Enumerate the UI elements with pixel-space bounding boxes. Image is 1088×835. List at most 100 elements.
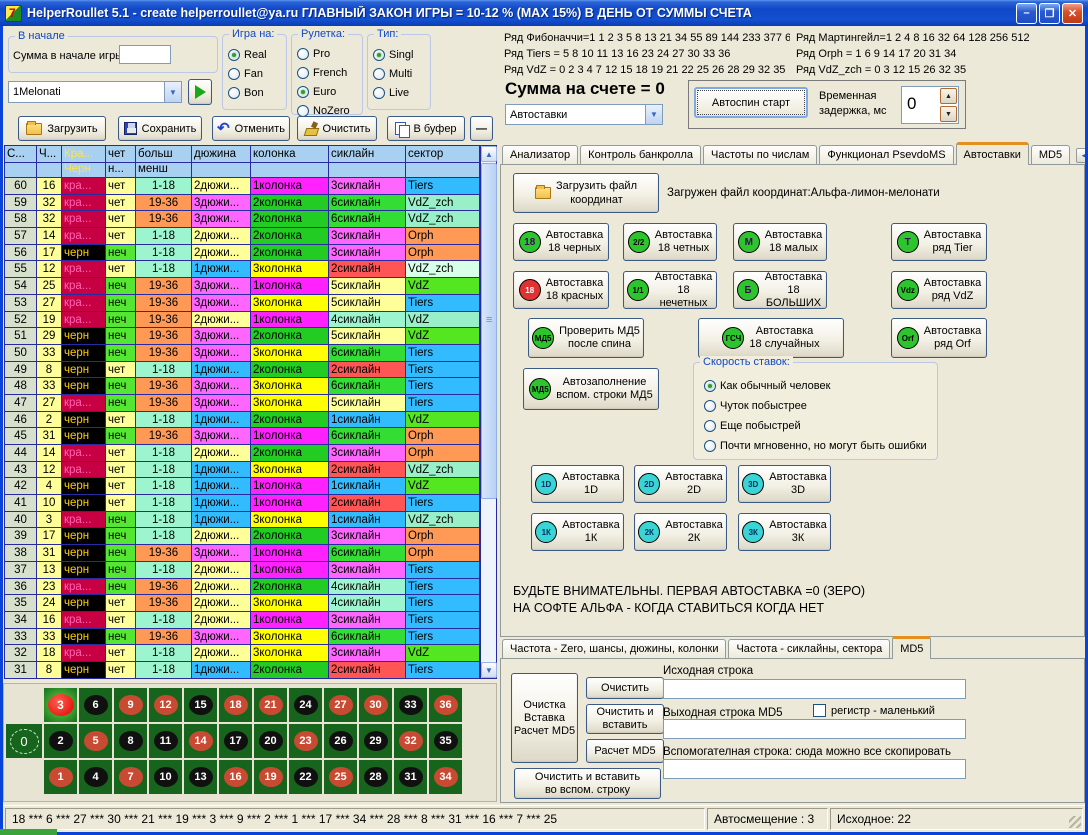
autobet-1k[interactable]: 1КАвтоставка1К: [531, 513, 624, 551]
autobet-18-big[interactable]: БАвтоставка18 БОЛЬШИХ: [733, 271, 827, 309]
radio-type-live[interactable]: Live: [373, 83, 413, 102]
board-number-19[interactable]: 19: [254, 760, 287, 794]
table-header-cell[interactable]: дюжина: [192, 146, 251, 163]
radio-type-singl[interactable]: Singl: [373, 45, 413, 64]
radio-roulette-pro[interactable]: Pro: [297, 44, 350, 63]
autobet-18-even[interactable]: 2/2Автоставка18 четных: [623, 223, 717, 261]
table-row[interactable]: 5129черннеч19-363дюжи...2колонка5сиклайн…: [5, 328, 480, 345]
radio-game-fan[interactable]: Fan: [228, 64, 267, 83]
table-row[interactable]: 3333черннеч19-363дюжи...3колонка6сиклайн…: [5, 629, 480, 646]
chevron-down-icon[interactable]: ▼: [164, 82, 181, 102]
table-header-cell[interactable]: Кра...: [62, 146, 106, 163]
table-row[interactable]: 424чернчет1-181дюжи...1колонка1сиклайнVd…: [5, 478, 480, 495]
table-header-cell[interactable]: колонка: [251, 146, 329, 163]
table-row[interactable]: 3416кра...чет1-182дюжи...1колонка3сиклай…: [5, 612, 480, 629]
table-header-cell[interactable]: больш: [136, 146, 192, 163]
autobet-2d[interactable]: 2DАвтоставка2D: [634, 465, 727, 503]
table-row[interactable]: 4110чернчет1-181дюжи...1колонка2сиклайнT…: [5, 495, 480, 512]
md5-clear-paste-button[interactable]: Очистить ивставить: [586, 704, 664, 734]
table-header-cell[interactable]: сектор: [406, 146, 480, 163]
tab-частота-zero-шансы-дюжины-колонки[interactable]: Частота - Zero, шансы, дюжины, колонки: [502, 639, 726, 659]
table-row[interactable]: 403кра...неч1-181дюжи...3колонка1сиклайн…: [5, 512, 480, 529]
board-number-1[interactable]: 1: [44, 760, 77, 794]
table-header-cell[interactable]: Ч...: [37, 146, 62, 163]
board-number-12[interactable]: 12: [149, 688, 182, 722]
table-header-cell[interactable]: [192, 163, 251, 178]
table-header-cell[interactable]: [406, 163, 480, 178]
table-row[interactable]: 3218кра...чет1-182дюжи...3колонка3сиклай…: [5, 645, 480, 662]
autobet-vdz-row[interactable]: VdzАвтоставкаряд VdZ: [891, 271, 987, 309]
board-number-26[interactable]: 26: [324, 724, 357, 758]
clear-paste-calc-button[interactable]: Очистка Вставка Расчет MD5: [511, 673, 578, 763]
autobet-18-black[interactable]: 18Автоставка18 черных: [513, 223, 609, 261]
scroll-up-icon[interactable]: ▲: [481, 146, 497, 162]
board-number-22[interactable]: 22: [289, 760, 322, 794]
autobet-tier-row[interactable]: TАвтоставкаряд Tier: [891, 223, 987, 261]
table-header-cell[interactable]: н...: [106, 163, 136, 178]
table-row[interactable]: 3917черннеч1-182дюжи...2колонка3сиклайнO…: [5, 528, 480, 545]
autobet-18-random[interactable]: ГСЧАвтоставка18 случайных: [698, 318, 844, 358]
autobet-18-small[interactable]: МАвтоставка18 малых: [733, 223, 827, 261]
board-number-33[interactable]: 33: [394, 688, 427, 722]
table-row[interactable]: 5219кра...неч19-362дюжи...1колонка4сикла…: [5, 312, 480, 329]
board-number-35[interactable]: 35: [429, 724, 462, 758]
board-number-21[interactable]: 21: [254, 688, 287, 722]
autofill-md5-aux[interactable]: МД5Автозаполнениевспом. строки МД5: [523, 368, 659, 410]
spinner-down-icon[interactable]: ▼: [940, 106, 957, 122]
table-row[interactable]: 4414кра...чет1-182дюжи...2колонка3сиклай…: [5, 445, 480, 462]
tab-автоставки[interactable]: Автоставки: [956, 142, 1029, 165]
board-number-28[interactable]: 28: [359, 760, 392, 794]
table-row[interactable]: 6016кра...чет1-182дюжи...1колонка3сиклай…: [5, 178, 480, 195]
board-number-8[interactable]: 8: [114, 724, 147, 758]
table-row[interactable]: 4531черннеч19-363дюжи...1колонка6сиклайн…: [5, 428, 480, 445]
tab-анализатор[interactable]: Анализатор: [502, 145, 578, 165]
radio-speed-как-обычный-человек[interactable]: Как обычный человек: [704, 376, 927, 395]
table-row[interactable]: 5512кра...чет1-181дюжи...3колонка2сиклай…: [5, 261, 480, 278]
board-number-10[interactable]: 10: [149, 760, 182, 794]
table-row[interactable]: 5033черннеч19-363дюжи...3колонка6сиклайн…: [5, 345, 480, 362]
load-coords-file-button[interactable]: Загрузить файлкоординат: [513, 173, 659, 213]
autobet-18-red[interactable]: 18Автоставка18 красных: [513, 271, 609, 309]
checkbox-icon[interactable]: [813, 704, 826, 717]
load-button[interactable]: Загрузить: [18, 116, 106, 141]
board-number-5[interactable]: 5: [79, 724, 112, 758]
radio-speed-чуток-побыстрее[interactable]: Чуток побыстрее: [704, 396, 927, 415]
source-string-input[interactable]: [663, 679, 966, 699]
undo-button[interactable]: ↶ Отменить: [212, 116, 290, 141]
board-number-6[interactable]: 6: [79, 688, 112, 722]
board-number-13[interactable]: 13: [184, 760, 217, 794]
register-checkbox[interactable]: регистр - маленький: [813, 704, 935, 717]
table-header-cell[interactable]: Черн: [62, 163, 106, 178]
board-number-27[interactable]: 27: [324, 688, 357, 722]
table-header-cell[interactable]: С...: [5, 146, 37, 163]
board-number-4[interactable]: 4: [79, 760, 112, 794]
out-string-input[interactable]: [663, 719, 966, 739]
to-buffer-button[interactable]: В буфер: [387, 116, 465, 141]
board-number-30[interactable]: 30: [359, 688, 392, 722]
minimize-button[interactable]: –: [1016, 3, 1037, 24]
board-number-24[interactable]: 24: [289, 688, 322, 722]
tab-scroll-left-icon[interactable]: ◄: [1076, 148, 1088, 163]
table-row[interactable]: 5617черннеч1-182дюжи...2колонка3сиклайнO…: [5, 245, 480, 262]
radio-game-real[interactable]: Real: [228, 45, 267, 64]
board-number-2[interactable]: 2: [44, 724, 77, 758]
table-header-cell[interactable]: менш: [136, 163, 192, 178]
table-row[interactable]: 3831черннеч19-363дюжи...1колонка6сиклайн…: [5, 545, 480, 562]
radio-speed-почти-мгновенно-но-могут-быть-ошибки[interactable]: Почти мгновенно, но могут быть ошибки: [704, 436, 927, 455]
board-number-9[interactable]: 9: [114, 688, 147, 722]
board-number-0[interactable]: 0: [6, 724, 42, 758]
autobet-2k[interactable]: 2КАвтоставка2К: [634, 513, 727, 551]
autospin-start-button[interactable]: Автоспин старт: [694, 87, 808, 118]
table-row[interactable]: 3713черннеч1-182дюжи...1колонка3сиклайнT…: [5, 562, 480, 579]
board-number-16[interactable]: 16: [219, 760, 252, 794]
bets-combobox[interactable]: Автоставки ▼: [505, 104, 663, 125]
table-row[interactable]: 5327кра...неч19-363дюжи...3колонка5сикла…: [5, 295, 480, 312]
scrollbar-thumb[interactable]: [481, 163, 497, 499]
autobet-1d[interactable]: 1DАвтоставка1D: [531, 465, 624, 503]
board-number-31[interactable]: 31: [394, 760, 427, 794]
scroll-down-icon[interactable]: ▼: [481, 662, 497, 678]
collapse-button[interactable]: —: [470, 116, 493, 141]
table-row[interactable]: 462чернчет1-181дюжи...2колонка1сиклайнVd…: [5, 412, 480, 429]
table-row[interactable]: 498чернчет1-181дюжи...2колонка2сиклайнTi…: [5, 362, 480, 379]
autobet-orf-row[interactable]: OrfАвтоставкаряд Orf: [891, 318, 987, 358]
